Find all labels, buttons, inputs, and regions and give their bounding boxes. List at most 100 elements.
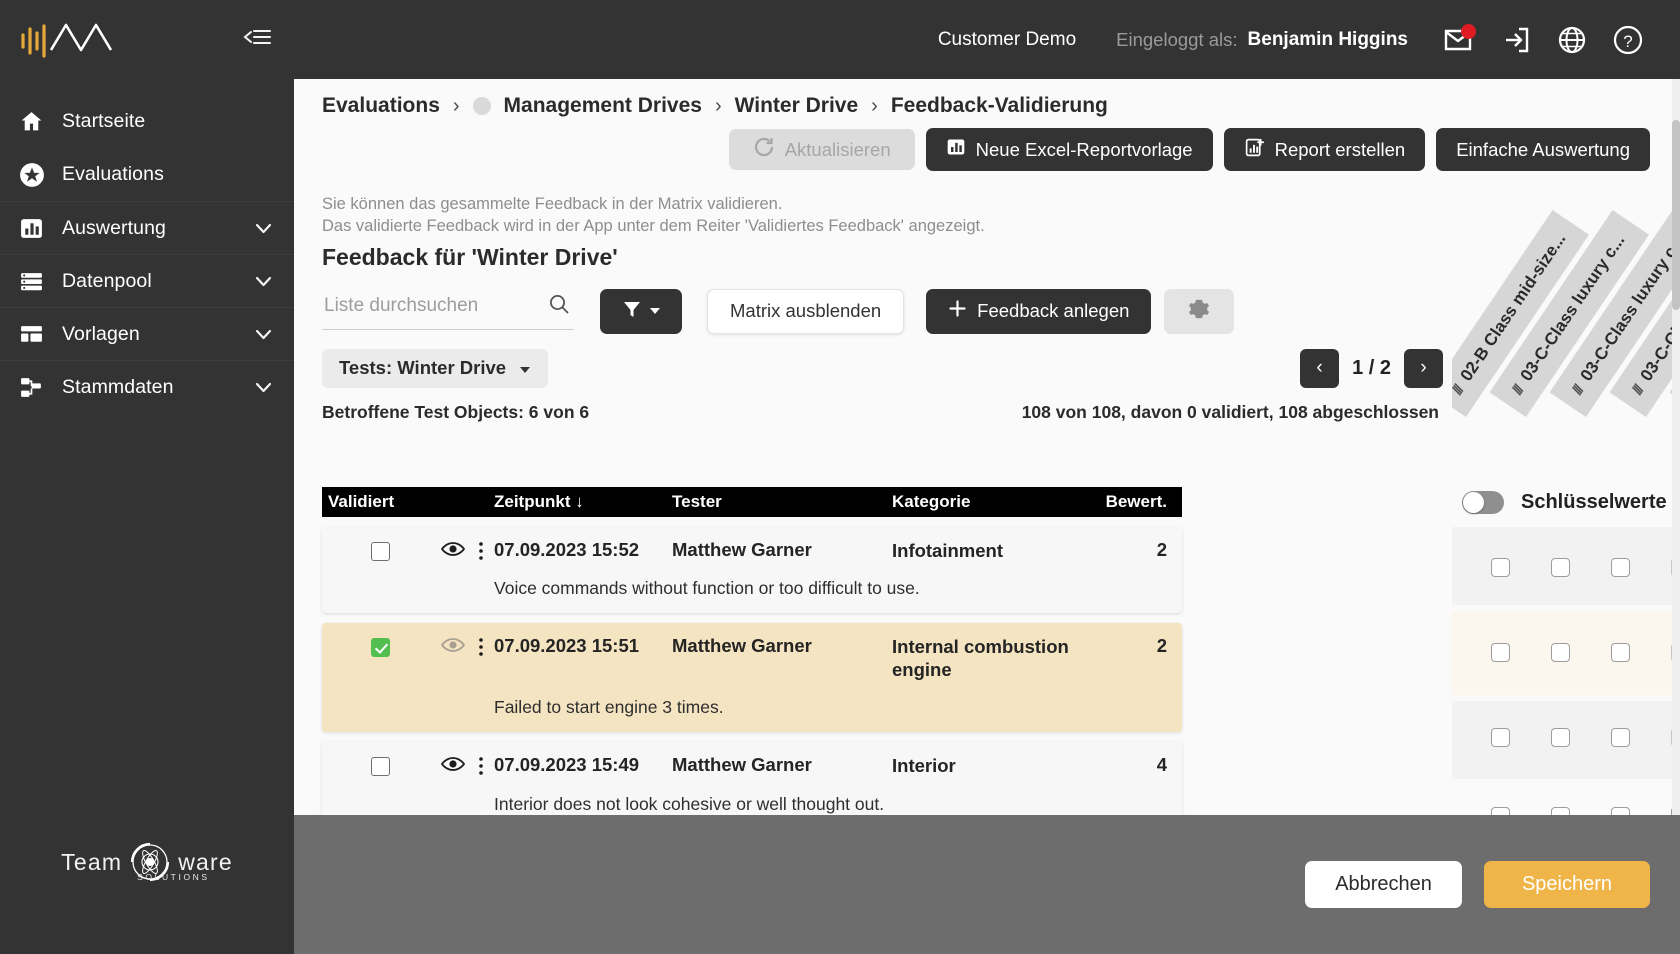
drag-handle-icon[interactable]: /// — [1452, 383, 1466, 398]
refresh-icon — [753, 136, 775, 163]
column-header-bewertung[interactable]: Bewert. — [1100, 492, 1182, 512]
test-filter-chip[interactable]: Tests: Winter Drive — [322, 348, 549, 388]
add-feedback-button[interactable]: Feedback anlegen — [926, 288, 1152, 334]
teamware-logo-subtitle: SOLUTIONS — [137, 872, 210, 882]
column-header-kategorie[interactable]: Kategorie — [892, 492, 1100, 512]
sidebar-header — [0, 0, 294, 79]
key-values-toggle[interactable] — [1462, 491, 1504, 514]
chevron-down-icon[interactable] — [255, 323, 272, 346]
table-row[interactable]: 07.09.2023 15:52 Matthew Garner Infotain… — [322, 527, 1182, 614]
matrix-checkbox[interactable] — [1490, 558, 1510, 577]
refresh-button[interactable]: Aktualisieren — [728, 129, 915, 170]
sidebar-item-stammdaten[interactable]: Stammdaten — [0, 360, 294, 413]
eye-icon[interactable] — [438, 635, 468, 653]
sidebar-item-vorlagen[interactable]: Vorlagen — [0, 307, 294, 360]
create-report-button[interactable]: Report erstellen — [1223, 128, 1426, 171]
matrix-cell — [1470, 555, 1530, 577]
column-header-validiert[interactable]: Validiert — [322, 492, 494, 512]
row-timestamp: 07.09.2023 15:52 — [494, 539, 640, 560]
new-excel-template-button[interactable]: Neue Excel-Reportvorlage — [925, 128, 1213, 171]
kebab-menu-icon[interactable] — [468, 539, 494, 561]
help-circle-icon[interactable]: ? — [1600, 12, 1656, 68]
chevron-down-icon[interactable] — [255, 217, 272, 240]
matrix-cell — [1530, 640, 1590, 662]
kebab-menu-icon[interactable] — [468, 754, 494, 776]
app-logo — [18, 17, 128, 63]
database-list-icon — [18, 268, 45, 295]
breadcrumb-item-evaluations[interactable]: Evaluations — [322, 94, 440, 118]
breadcrumb-separator: › — [871, 94, 878, 117]
matrix-row — [1470, 725, 1680, 747]
matrix-checkbox[interactable] — [1610, 807, 1630, 815]
chevron-down-icon[interactable] — [255, 270, 272, 293]
drag-handle-icon[interactable]: /// — [1629, 383, 1647, 398]
mail-icon[interactable] — [1432, 12, 1488, 68]
next-page-button[interactable]: › — [1404, 348, 1443, 388]
sidebar-footer: Team ware SOLUTIONS — [0, 836, 294, 954]
refresh-label: Aktualisieren — [784, 138, 891, 160]
breadcrumb-status-dot — [472, 97, 491, 115]
row-tester: Matthew Garner — [672, 754, 812, 776]
drag-handle-icon[interactable]: /// — [1569, 383, 1587, 398]
sidebar-item-startseite[interactable]: Startseite — [0, 95, 294, 148]
matrix-checkbox[interactable] — [1490, 728, 1510, 747]
sidebar-item-auswertung[interactable]: Auswertung — [0, 201, 294, 254]
matrix-checkbox[interactable] — [1490, 807, 1510, 815]
globe-icon[interactable] — [1544, 12, 1600, 68]
cancel-button[interactable]: Abbrechen — [1305, 861, 1462, 908]
chevron-down-icon — [519, 357, 531, 379]
chevron-down-icon[interactable] — [255, 376, 272, 399]
brand-logo-icon — [21, 23, 113, 58]
page-scrollbar-thumb[interactable] — [1672, 120, 1680, 310]
logged-in-label: Eingeloggt als: — [1116, 28, 1238, 50]
report-plus-icon — [1244, 137, 1265, 163]
validated-checkbox-cell[interactable] — [322, 754, 438, 777]
sidebar-item-evaluations[interactable]: Evaluations — [0, 148, 294, 201]
matrix-cell — [1590, 640, 1650, 662]
login-arrow-icon[interactable] — [1488, 12, 1544, 68]
validated-checkbox-cell[interactable] — [322, 539, 438, 561]
search-box[interactable] — [322, 293, 574, 330]
table-row[interactable]: 07.09.2023 15:51 Matthew Garner Internal… — [322, 623, 1182, 733]
validated-checkbox[interactable] — [370, 757, 390, 777]
save-label: Speichern — [1521, 873, 1612, 895]
matrix-checkbox[interactable] — [1490, 643, 1510, 662]
matrix-checkbox[interactable] — [1610, 728, 1630, 747]
matrix-checkbox[interactable] — [1610, 558, 1630, 577]
collapse-sidebar-icon[interactable] — [242, 25, 272, 54]
settings-button[interactable] — [1164, 288, 1235, 334]
table-row[interactable]: 07.09.2023 15:49 Matthew Garner Interior… — [322, 742, 1182, 815]
matrix-checkbox[interactable] — [1550, 558, 1570, 577]
filter-button[interactable] — [600, 288, 682, 334]
matrix-cell — [1530, 725, 1590, 747]
matrix-cell — [1470, 725, 1530, 747]
hide-matrix-button[interactable]: Matrix ausblenden — [707, 288, 905, 334]
row-timestamp: 07.09.2023 15:49 — [494, 754, 640, 776]
hide-matrix-label: Matrix ausblenden — [730, 300, 882, 322]
matrix-checkbox[interactable] — [1610, 643, 1630, 662]
matrix-checkbox[interactable] — [1550, 807, 1570, 815]
matrix-checkbox[interactable] — [1550, 643, 1570, 662]
sidebar-item-label: Vorlagen — [62, 322, 140, 345]
validated-checkbox-cell[interactable] — [322, 635, 438, 658]
validated-checkbox[interactable] — [370, 542, 390, 561]
search-input[interactable] — [324, 295, 524, 318]
eye-icon[interactable] — [438, 754, 468, 772]
column-header-zeitpunkt[interactable]: Zeitpunkt ↓ — [494, 492, 672, 512]
breadcrumb-item-winter-drive[interactable]: Winter Drive — [735, 94, 859, 118]
key-values-toggle-row: Schlüsselwerte einblenden — [1462, 491, 1680, 514]
sidebar-item-datenpool[interactable]: Datenpool — [0, 254, 294, 307]
row-rating: 2 — [1156, 635, 1167, 657]
eye-icon[interactable] — [438, 539, 468, 557]
prev-page-button[interactable]: ‹ — [1300, 348, 1340, 388]
matrix-cell — [1470, 640, 1530, 662]
column-header-tester[interactable]: Tester — [672, 492, 892, 512]
breadcrumb-item-feedback-validierung[interactable]: Feedback-Validierung — [891, 94, 1108, 118]
breadcrumb-item-management-drives[interactable]: Management Drives — [504, 94, 702, 118]
kebab-menu-icon[interactable] — [468, 635, 494, 657]
save-button[interactable]: Speichern — [1483, 861, 1650, 908]
matrix-checkbox[interactable] — [1550, 728, 1570, 747]
search-icon[interactable] — [548, 293, 570, 320]
drag-handle-icon[interactable]: /// — [1509, 383, 1527, 398]
validated-checkbox[interactable] — [370, 638, 390, 658]
